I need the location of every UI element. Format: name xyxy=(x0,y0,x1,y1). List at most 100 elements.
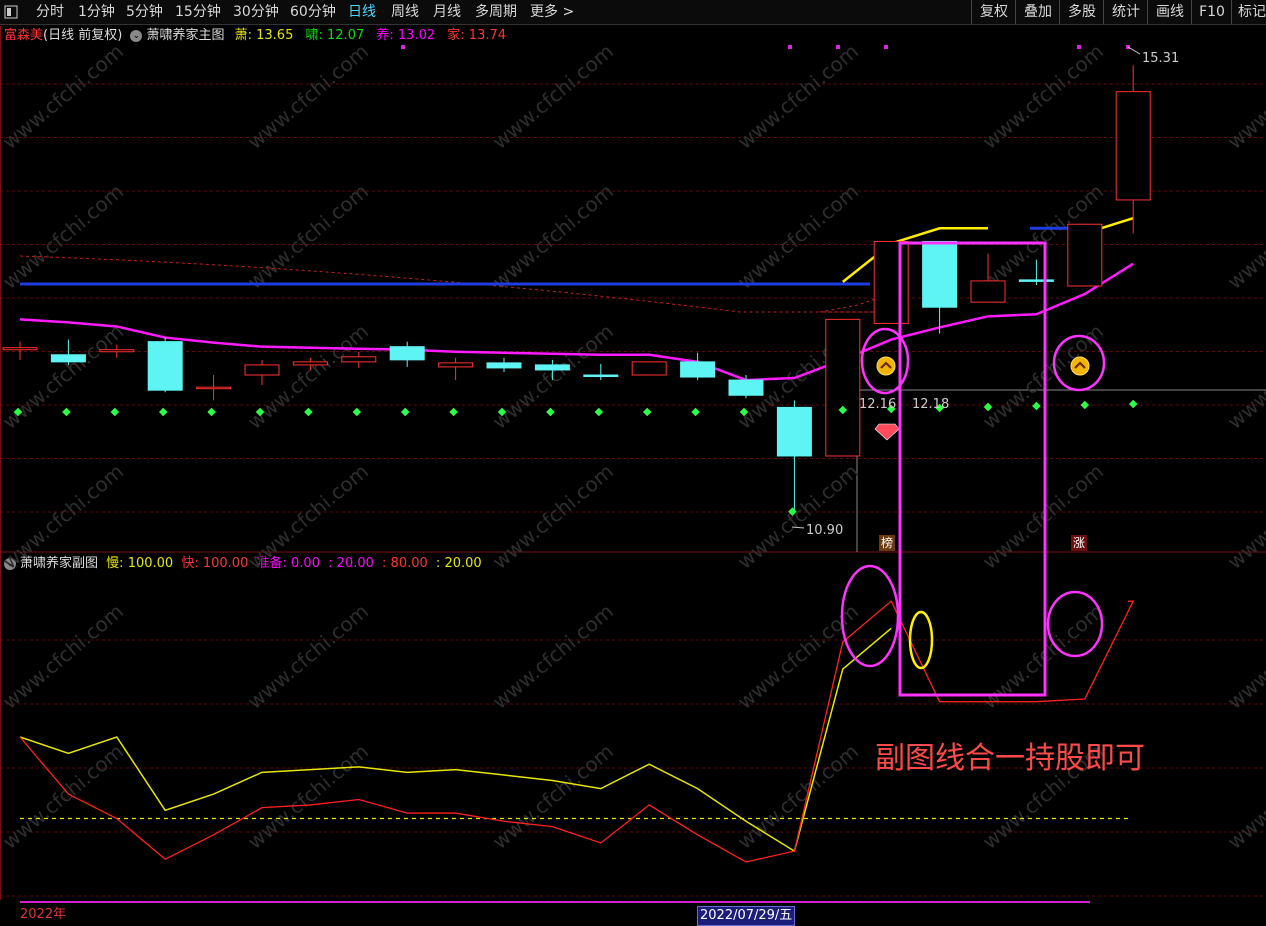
sub-indicator-menu-icon[interactable]: ⌄ xyxy=(4,557,16,570)
candle-body-down xyxy=(776,406,812,457)
highlight-circle-yellow xyxy=(908,610,934,670)
panel-toggle-icon[interactable] xyxy=(4,0,24,24)
period-multi[interactable]: 多周期 xyxy=(475,0,517,24)
draw-button[interactable]: 画线 xyxy=(1147,0,1192,24)
statistics-button[interactable]: 统计 xyxy=(1103,0,1148,24)
watermark-text: www.cfchi.com xyxy=(1223,39,1266,154)
period-more[interactable]: 更多 > xyxy=(530,0,574,24)
sub-value-label: 准备: xyxy=(256,556,287,571)
watermark-text: www.cfchi.com xyxy=(978,739,1108,854)
signal-diamond xyxy=(1128,399,1138,409)
sub-value-label: 快: xyxy=(181,556,199,571)
candle-body-up xyxy=(2,347,38,351)
signal-diamond xyxy=(207,407,216,417)
watermark-text: www.cfchi.com xyxy=(733,319,863,434)
sub-value-label: 慢: xyxy=(106,556,124,571)
bang-tag: 榜 xyxy=(879,535,895,551)
sub-value-l80: : 80.00 xyxy=(382,556,428,571)
top-signal-dot xyxy=(1077,45,1081,49)
main-value-label: 啸: xyxy=(305,28,323,43)
watermark-text: www.cfchi.com xyxy=(978,319,1108,434)
watermark-text: www.cfchi.com xyxy=(243,739,373,854)
period-30min[interactable]: 30分钟 xyxy=(233,0,279,24)
watermark-text: www.cfchi.com xyxy=(243,179,373,294)
price-mid-left-label: 12.16 xyxy=(859,397,896,412)
signal-diamond xyxy=(449,407,458,417)
signal-diamond xyxy=(110,407,120,417)
low-leader-arrow xyxy=(791,526,805,529)
fuquan-button[interactable]: 复权 xyxy=(971,0,1016,24)
candle-body-down xyxy=(147,341,183,391)
high-leader-arrow xyxy=(1127,46,1141,55)
watermark-text: www.cfchi.com xyxy=(1223,739,1266,854)
indicator-menu-icon[interactable]: ⌄ xyxy=(130,29,143,42)
chevron-right-icon: > xyxy=(562,4,575,20)
signal-diamond xyxy=(546,407,555,417)
watermark-text: www.cfchi.com xyxy=(733,459,863,574)
watermark-text: www.cfchi.com xyxy=(1223,599,1266,714)
watermark-text: www.cfchi.com xyxy=(488,459,618,574)
candle-body-up xyxy=(1115,91,1151,201)
main-indicator-name[interactable]: 萧啸养家主图 xyxy=(146,28,224,43)
watermark-text: www.cfchi.com xyxy=(978,39,1108,154)
main-value-label: 萧: xyxy=(234,28,252,43)
watermark-text: www.cfchi.com xyxy=(733,39,863,154)
main-value-label: 养: xyxy=(376,28,394,43)
signal-diamond xyxy=(935,403,944,413)
main-value-number: 13.65 xyxy=(256,28,294,43)
watermark-text: www.cfchi.com xyxy=(0,39,128,154)
signal-diamond xyxy=(1032,401,1041,411)
signal-diamond xyxy=(62,407,71,417)
main-value-jia: 家: 13.74 xyxy=(447,28,506,43)
period-weekly[interactable]: 周线 xyxy=(391,0,419,24)
highlight-circle xyxy=(1052,334,1106,392)
period-5min[interactable]: 5分钟 xyxy=(126,0,163,24)
candle-body-down xyxy=(486,362,522,369)
watermark-text: www.cfchi.com xyxy=(488,319,618,434)
candle-body-up xyxy=(631,361,667,376)
f10-button[interactable]: F10 xyxy=(1191,0,1232,24)
mark-button[interactable]: 标记 xyxy=(1231,0,1266,24)
watermark-text: www.cfchi.com xyxy=(243,599,373,714)
sub-value-fast: 快: 100.00 xyxy=(181,556,248,571)
zhang-tag: 涨 xyxy=(1071,535,1087,551)
candle-body-up xyxy=(1067,223,1103,287)
period-daily[interactable]: 日线 xyxy=(348,0,376,24)
candle-body-down xyxy=(922,240,958,308)
yellow-trend-line xyxy=(842,227,988,283)
highlight-box xyxy=(898,241,1047,697)
overlay-button[interactable]: 叠加 xyxy=(1015,0,1060,24)
watermark-text: www.cfchi.com xyxy=(733,179,863,294)
candle-body-up xyxy=(196,386,232,390)
annotation-text: 副图线合一持股即可 xyxy=(875,741,1145,776)
top-signal-dot xyxy=(1126,45,1130,49)
chart-mode: (日线 前复权) xyxy=(43,28,123,43)
period-60min[interactable]: 60分钟 xyxy=(290,0,336,24)
period-intraday[interactable]: 分时 xyxy=(36,0,64,24)
signal-diamond xyxy=(13,407,23,417)
period-15min[interactable]: 15分钟 xyxy=(175,0,221,24)
multi-stock-button[interactable]: 多股 xyxy=(1059,0,1104,24)
sub-value-ready: 准备: 0.00 xyxy=(257,556,320,571)
candle-body-down xyxy=(728,379,764,396)
candle-body-down xyxy=(1018,279,1054,282)
period-monthly[interactable]: 月线 xyxy=(433,0,461,24)
sub-legend: ⌄ 萧啸养家副图 慢: 100.00 快: 100.00 准备: 0.00 : 2… xyxy=(0,554,482,574)
signal-diamond xyxy=(255,407,265,417)
magenta-trend-line xyxy=(19,262,1134,382)
sub-value-l20b: : 20.00 xyxy=(436,556,482,571)
watermark-text: www.cfchi.com xyxy=(488,739,618,854)
signal-diamond xyxy=(400,407,410,417)
period-more-label: 更多 xyxy=(530,4,558,20)
main-legend: 富森美(日线 前复权) ⌄ 萧啸养家主图 萧: 13.65 啸: 12.07 养:… xyxy=(0,26,506,46)
sub-indicator-name[interactable]: 萧啸养家副图 xyxy=(20,556,98,571)
watermark-text: www.cfchi.com xyxy=(243,319,373,434)
sub-value-number: 20.00 xyxy=(444,556,482,571)
watermark-text: www.cfchi.com xyxy=(243,39,373,154)
sub-value-label: : xyxy=(382,556,387,571)
stock-name[interactable]: 富森美 xyxy=(4,28,43,43)
main-value-xiao: 萧: 13.65 xyxy=(235,28,294,43)
candle-body-up xyxy=(341,356,377,363)
period-1min[interactable]: 1分钟 xyxy=(78,0,115,24)
signal-diamond xyxy=(352,407,362,417)
